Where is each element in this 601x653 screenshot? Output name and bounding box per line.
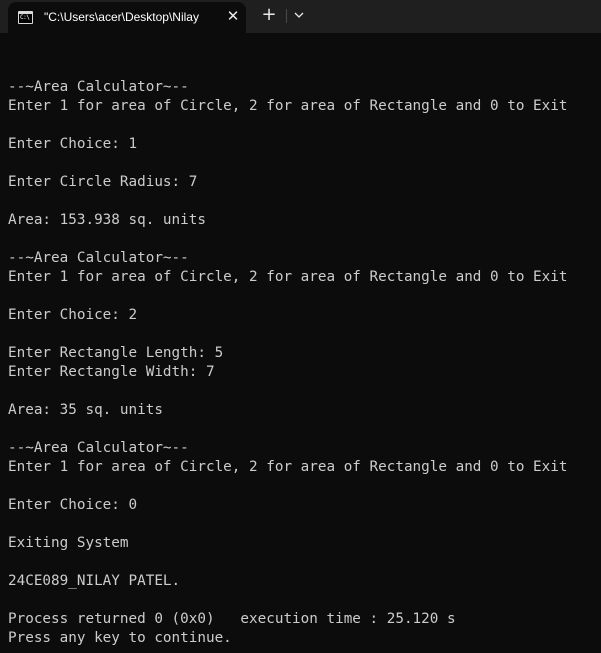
tab-title: "C:\Users\acer\Desktop\Nilay xyxy=(44,10,199,24)
console-line: Enter 1 for area of Circle, 2 for area o… xyxy=(8,98,568,114)
console-line: --~Area Calculator~-- xyxy=(8,250,189,266)
console-icon-label: C:\ xyxy=(20,14,30,21)
console-line: --~Area Calculator~-- xyxy=(8,79,189,95)
console-line: Enter 1 for area of Circle, 2 for area o… xyxy=(8,459,568,475)
console-line: Enter Circle Radius: 7 xyxy=(8,174,198,190)
console-line: Area: 153.938 sq. units xyxy=(8,212,206,228)
console-output[interactable]: --~Area Calculator~-- Enter 1 for area of… xyxy=(8,78,567,648)
new-tab-button[interactable]: + xyxy=(258,4,280,26)
tab-dropdown-button[interactable] xyxy=(291,6,307,24)
chevron-down-icon xyxy=(294,12,304,18)
title-bar: C:\ "C:\Users\acer\Desktop\Nilay ✕ + xyxy=(0,0,601,33)
console-line: --~Area Calculator~-- xyxy=(8,440,189,456)
console-line: 24CE089_NILAY PATEL. xyxy=(8,573,181,589)
console-line: Enter Rectangle Length: 5 xyxy=(8,345,224,361)
console-icon: C:\ xyxy=(18,11,33,24)
console-line: Enter Choice: 0 xyxy=(8,497,138,513)
console-line: Area: 35 sq. units xyxy=(8,402,163,418)
console-line: Enter Choice: 1 xyxy=(8,136,138,152)
console-line: Press any key to continue. xyxy=(8,630,232,646)
close-tab-button[interactable]: ✕ xyxy=(224,7,242,25)
console-line: Enter Rectangle Width: 7 xyxy=(8,364,215,380)
terminal-tab[interactable]: C:\ "C:\Users\acer\Desktop\Nilay ✕ xyxy=(8,2,246,33)
console-line: Enter 1 for area of Circle, 2 for area o… xyxy=(8,269,568,285)
tab-separator xyxy=(286,9,287,23)
console-line: Exiting System xyxy=(8,535,129,551)
console-line: Process returned 0 (0x0) execution time … xyxy=(8,611,456,627)
terminal-window: C:\ "C:\Users\acer\Desktop\Nilay ✕ + --~… xyxy=(0,0,601,653)
console-line: Enter Choice: 2 xyxy=(8,307,138,323)
